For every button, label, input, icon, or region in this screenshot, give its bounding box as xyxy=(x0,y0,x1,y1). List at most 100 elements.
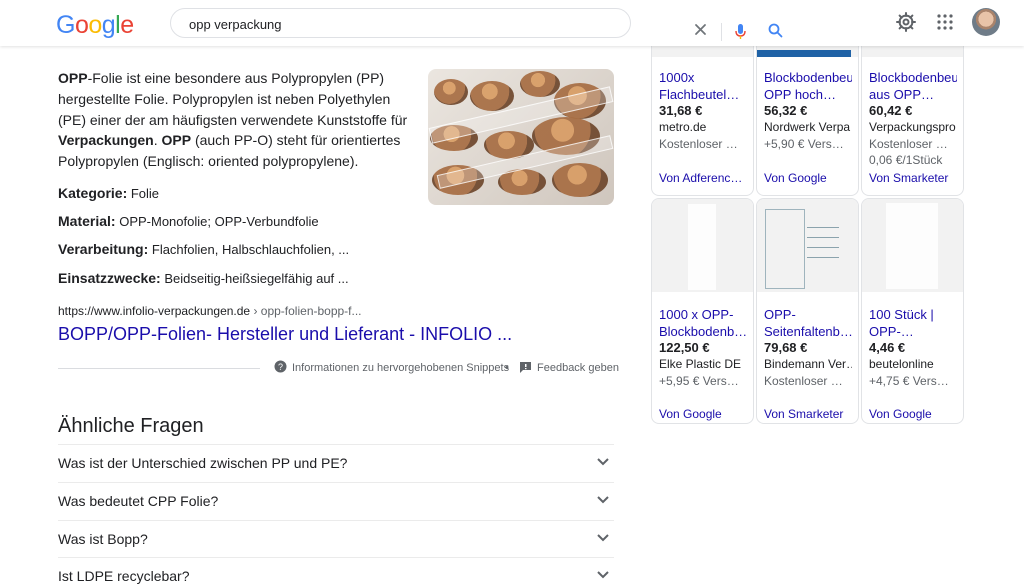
result-path: › opp-folien-bopp-f... xyxy=(253,304,362,318)
close-icon[interactable] xyxy=(694,23,707,36)
fact-value: Folie xyxy=(130,186,160,201)
product-price: 56,32 € xyxy=(764,103,808,118)
bread-roll-image xyxy=(520,71,560,97)
question-text: Was ist der Unterschied zwischen PP und … xyxy=(58,455,348,471)
snippet-info-link[interactable]: Informationen zu hervorgehobenen Snippet… xyxy=(292,362,509,374)
question-item[interactable]: Ist LDPE recyclebar? xyxy=(58,557,614,588)
product-title[interactable]: Blockbodenbeut aus OPP… xyxy=(869,69,957,103)
fact-row: Kategorie: Folie xyxy=(58,184,159,203)
product-source-link[interactable]: Von Google xyxy=(869,407,957,421)
product-seller: Verpackungspro xyxy=(869,120,956,134)
product-title[interactable]: Blockbodenbeut OPP hoch… xyxy=(764,69,852,103)
snippet-bold-opp: OPP xyxy=(58,70,88,86)
fact-row: Verarbeitung: Flachfolien, Halbschlauchf… xyxy=(58,240,349,259)
product-price: 122,50 € xyxy=(659,340,710,355)
fact-value: Beidseitig-heißsiegelfähig auf ... xyxy=(164,271,349,286)
result-title-link[interactable]: BOPP/OPP-Folien- Hersteller und Lieferan… xyxy=(58,324,512,345)
product-shipping: Kostenloser … xyxy=(869,137,948,151)
product-image xyxy=(652,199,753,292)
product-price: 31,68 € xyxy=(659,103,703,118)
apps-grid-icon[interactable] xyxy=(937,14,953,30)
product-seller: metro.de xyxy=(659,120,707,134)
product-seller: Nordwerk Verpa xyxy=(764,120,851,134)
logo-letter-o-red: o xyxy=(74,11,89,39)
similar-questions-title: Ähnliche Fragen xyxy=(58,415,204,437)
search-divider xyxy=(721,23,722,41)
feedback-link[interactable]: Feedback geben xyxy=(537,362,619,374)
search-input[interactable] xyxy=(189,15,509,33)
question-text: Ist LDPE recyclebar? xyxy=(58,568,190,584)
google-logo[interactable]: Google xyxy=(56,11,134,40)
product-title[interactable]: OPP- Seitenfaltenb… xyxy=(764,306,852,340)
search-box xyxy=(170,8,783,41)
diagram-line xyxy=(807,257,839,258)
question-item[interactable]: Was ist der Unterschied zwischen PP und … xyxy=(58,444,614,481)
footer-separator: • xyxy=(505,362,509,374)
product-price: 4,46 € xyxy=(869,340,906,355)
svg-text:?: ? xyxy=(278,362,283,372)
fact-label: Material: xyxy=(58,213,116,229)
product-shipping: Kostenloser … xyxy=(659,137,738,151)
logo-letter-g-blue: g xyxy=(101,11,116,39)
shopping-product-card[interactable]: 1000 x OPP- Blockbodenb… 122,50 € Elke P… xyxy=(651,198,754,424)
avatar[interactable] xyxy=(972,8,1000,36)
feedback-icon[interactable] xyxy=(519,361,532,374)
product-price: 79,68 € xyxy=(764,340,808,355)
snippet-text-part-1: -Folie ist eine besondere aus Polypropyl… xyxy=(58,70,408,128)
result-url[interactable]: https://www.infolio-verpackungen.de › op… xyxy=(58,304,362,318)
product-image xyxy=(757,199,858,292)
snippet-image[interactable] xyxy=(428,69,614,205)
question-text: Was bedeutet CPP Folie? xyxy=(58,493,219,509)
shopping-product-card[interactable]: 100 Stück | OPP-… 4,46 € beutelonline +4… xyxy=(861,198,964,424)
product-title[interactable]: 100 Stück | OPP-… xyxy=(869,306,957,340)
product-title[interactable]: 1000x Flachbeutel… xyxy=(659,69,747,103)
product-shipping: +5,90 € Vers… xyxy=(764,137,844,151)
blue-bar-image xyxy=(757,50,851,57)
bag-diagram-image xyxy=(765,209,805,289)
logo-letter-g: G xyxy=(56,11,75,39)
product-shipping: Kostenloser … xyxy=(764,374,843,388)
featured-snippet: OPP-Folie ist eine besondere aus Polypro… xyxy=(58,68,414,172)
bread-roll-image xyxy=(434,79,468,105)
product-title[interactable]: 1000 x OPP- Blockbodenb… xyxy=(659,306,747,340)
logo-letter-e: e xyxy=(120,11,134,39)
microphone-icon[interactable] xyxy=(734,23,747,40)
fact-row: Einsatzzwecke: Beidseitig-heißsiegelfähi… xyxy=(58,269,349,288)
similar-questions: Ähnliche Fragen Was ist der Unterschied … xyxy=(58,414,614,584)
shopping-product-card[interactable]: OPP- Seitenfaltenb… 79,68 € Bindemann Ve… xyxy=(756,198,859,424)
fact-value: Flachfolien, Halbschlauchfolien, ... xyxy=(151,242,350,257)
product-source-link[interactable]: Von Smarketer xyxy=(764,407,852,421)
product-seller: beutelonline xyxy=(869,357,934,371)
bread-roll-image xyxy=(552,163,608,197)
product-seller: Bindemann Ver… xyxy=(764,357,852,371)
diagram-line xyxy=(807,227,839,228)
question-item[interactable]: Was bedeutet CPP Folie? xyxy=(58,482,614,519)
question-item[interactable]: Was ist Bopp? xyxy=(58,520,614,557)
fact-label: Verarbeitung: xyxy=(58,241,149,257)
question-text: Was ist Bopp? xyxy=(58,531,148,547)
product-source-link[interactable]: Von Smarketer xyxy=(869,171,957,185)
product-shipping: +4,75 € Vers… xyxy=(869,374,949,388)
search-header: Google xyxy=(0,0,1024,46)
snippet-bold-opp-2: OPP xyxy=(161,132,192,149)
snippet-footer: ? Informationen zu hervorgehobenen Snipp… xyxy=(58,358,619,378)
snippet-bold-verpackungen: Verpackungen xyxy=(58,132,154,149)
search-icon[interactable] xyxy=(768,23,783,38)
gear-icon[interactable] xyxy=(896,12,916,32)
fact-value: OPP-Monofolie; OPP-Verbundfolie xyxy=(119,214,319,229)
fact-label: Einsatzzwecke: xyxy=(58,270,161,286)
product-source-link[interactable]: Von Google xyxy=(764,171,852,185)
product-source-link[interactable]: Von Google xyxy=(659,407,747,421)
product-shipping: +5,95 € Vers… xyxy=(659,374,739,388)
product-source-link[interactable]: Von Adferenc… xyxy=(659,171,747,185)
chevron-down-icon xyxy=(597,458,609,466)
chevron-down-icon xyxy=(597,496,609,504)
bag-image xyxy=(688,204,716,290)
fact-label: Kategorie: xyxy=(58,185,128,201)
help-icon[interactable]: ? xyxy=(274,360,287,373)
fact-row: Material: OPP-Monofolie; OPP-Verbundfoli… xyxy=(58,212,319,231)
product-price: 60,42 € xyxy=(869,103,913,118)
diagram-line xyxy=(807,237,839,238)
snippet-divider xyxy=(58,368,260,369)
bag-image xyxy=(886,203,938,289)
